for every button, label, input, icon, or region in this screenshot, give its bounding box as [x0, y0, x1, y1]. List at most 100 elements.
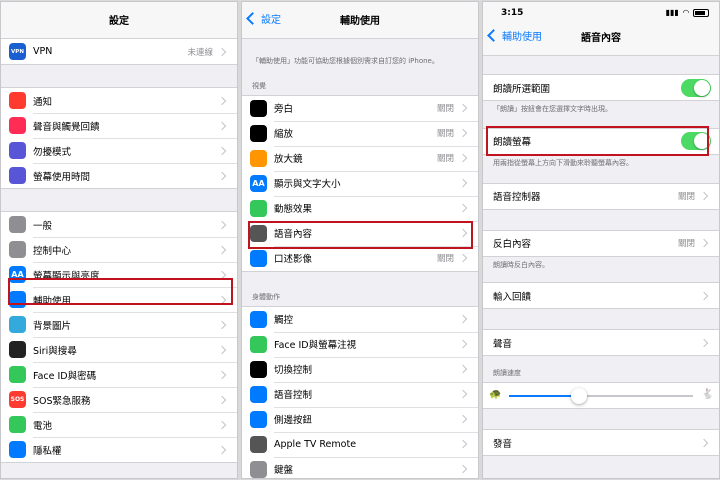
settings-item-voice-control[interactable]: 語音控制: [242, 381, 478, 407]
settings-item-label: 輔助使用: [33, 295, 72, 307]
accessibility-navbar: 設定 輔助使用: [242, 2, 478, 39]
chevron-right-icon: [217, 47, 227, 56]
highlight-content-note: 朗讀時反白內容。: [493, 260, 549, 269]
settings-item-label: 語音控制: [274, 390, 313, 402]
settings-item-magnifier[interactable]: 放大鏡 關閉: [242, 145, 478, 171]
typing-feedback-row[interactable]: 輸入回饋: [483, 283, 719, 309]
status-icons: ▮▮▮ ◠: [666, 8, 709, 17]
text-size-icon: AA: [250, 174, 267, 192]
chevron-right-icon: [217, 420, 227, 429]
sound-icon: [9, 117, 26, 134]
speech-controller-row[interactable]: 語音控制器 關閉: [483, 183, 719, 209]
vpn-icon: VPN: [9, 43, 26, 60]
settings-item-text-size[interactable]: AA 顯示與文字大小: [242, 170, 478, 196]
settings-item-label: 口述影像: [274, 254, 313, 266]
chevron-right-icon: [217, 320, 227, 329]
typing-feedback-label: 輸入回饋: [493, 291, 532, 303]
chevron-right-icon: [699, 291, 709, 301]
chevron-right-icon: [217, 121, 227, 130]
signal-icon: ▮▮▮: [665, 8, 679, 17]
settings-item-speech[interactable]: 語音內容: [242, 220, 478, 246]
settings-item-gear[interactable]: 一般: [1, 212, 237, 237]
highlight-content-row[interactable]: 反白內容 關閉: [483, 230, 719, 256]
settings-item-label: 動態效果: [274, 204, 313, 216]
speaking-rate-slider[interactable]: [509, 388, 693, 405]
voices-row[interactable]: 聲音: [483, 330, 719, 356]
touch-icon: [250, 310, 267, 328]
highlight-content-value: 關閉: [677, 239, 695, 250]
battery-icon: [693, 8, 709, 17]
voiceover-icon: [250, 99, 267, 117]
chevron-right-icon: [217, 395, 227, 404]
speech-controller-label: 語音控制器: [493, 192, 541, 204]
speak-selection-row: 朗讀所選範圍: [483, 75, 719, 100]
settings-item-side-button[interactable]: 側邊按鈕: [242, 406, 478, 432]
settings-item-label: 螢幕使用時間: [33, 171, 91, 183]
settings-item-label: 電池: [33, 420, 53, 432]
hare-icon: 🐇: [701, 389, 714, 401]
settings-item-faceid-attention[interactable]: Face ID與螢幕注視: [242, 331, 478, 357]
chevron-right-icon: [458, 415, 468, 424]
settings-item-label: 顯示與文字大小: [274, 179, 341, 191]
settings-item-label: SOS緊急服務: [33, 395, 91, 407]
zoom-icon: [250, 124, 267, 142]
section-header-vision: 視覺: [252, 81, 266, 90]
settings-item-hand[interactable]: 隱私權: [1, 437, 237, 462]
settings-item-touch[interactable]: 觸控: [242, 306, 478, 332]
settings-item-toggles[interactable]: 控制中心: [1, 237, 237, 262]
slider-fill: [509, 395, 579, 398]
keyboard-icon: [250, 460, 267, 478]
gear-icon: [9, 216, 26, 233]
speech-controller-value: 關閉: [677, 192, 695, 203]
settings-item-battery[interactable]: 電池: [1, 412, 237, 437]
settings-item-remote[interactable]: Apple TV Remote: [242, 431, 478, 457]
moon-icon: [9, 142, 26, 159]
settings-item-motion[interactable]: 動態效果: [242, 195, 478, 221]
settings-item-label: VPN: [33, 46, 53, 57]
settings-item-zoom[interactable]: 縮放 關閉: [242, 120, 478, 146]
accessibility-panel: 設定 輔助使用 「輔助使用」功能可協助您根據個別需求自訂您的 iPhone。 視…: [241, 1, 479, 479]
settings-item-sound[interactable]: 聲音與觸覺回饋: [1, 113, 237, 138]
motion-icon: [250, 199, 267, 217]
pronunciations-row[interactable]: 發音: [483, 430, 719, 456]
chevron-right-icon: [458, 154, 468, 163]
settings-item-label: 放大鏡: [274, 154, 303, 166]
chevron-right-icon: [458, 315, 468, 324]
speak-screen-toggle[interactable]: [681, 132, 711, 151]
settings-item-moon[interactable]: 勿擾模式: [1, 138, 237, 163]
chevron-right-icon: [217, 146, 227, 155]
status-bar: 3:15 ▮▮▮ ◠: [483, 2, 719, 22]
settings-item-audio-description[interactable]: 口述影像 關閉: [242, 245, 478, 271]
settings-item-hourglass[interactable]: 螢幕使用時間: [1, 163, 237, 188]
speech-panel: 3:15 ▮▮▮ ◠ 輔助使用 語音內容 朗讀所選範圍 「朗讀」按鈕會在您選擇文…: [482, 1, 720, 479]
settings-item-value: 關閉: [436, 254, 454, 265]
chevron-right-icon: [217, 220, 227, 229]
slider-knob[interactable]: [570, 388, 587, 405]
settings-item-siri[interactable]: Siri與搜尋: [1, 337, 237, 362]
settings-item-sos[interactable]: SOS SOS緊急服務: [1, 387, 237, 412]
settings-item-wallpaper[interactable]: 背景圖片: [1, 312, 237, 337]
settings-item-notifications[interactable]: 通知: [1, 88, 237, 113]
highlight-content-label: 反白內容: [493, 239, 532, 251]
chevron-right-icon: [699, 438, 709, 448]
settings-item-switch-control[interactable]: 切換控制: [242, 356, 478, 382]
settings-item-value: 關閉: [436, 104, 454, 115]
settings-item-vpn[interactable]: VPN VPN 未連線: [1, 39, 237, 64]
settings-item-label: 語音內容: [274, 229, 313, 241]
settings-item-label: 聲音與觸覺回饋: [33, 121, 100, 133]
settings-item-label: 背景圖片: [33, 320, 72, 332]
magnifier-icon: [250, 149, 267, 167]
wallpaper-icon: [9, 316, 26, 333]
settings-item-faceid[interactable]: Face ID與密碼: [1, 362, 237, 387]
settings-item-value: 未連線: [187, 47, 213, 58]
settings-item-display[interactable]: AA 螢幕顯示與亮度: [1, 262, 237, 287]
settings-item-accessibility[interactable]: 輔助使用: [1, 287, 237, 312]
settings-item-label: 鍵盤: [274, 465, 294, 477]
siri-icon: [9, 341, 26, 358]
speak-selection-toggle[interactable]: [681, 78, 711, 97]
settings-item-label: 通知: [33, 96, 53, 108]
settings-item-keyboard[interactable]: 鍵盤: [242, 456, 478, 478]
settings-item-voiceover[interactable]: 旁白 關閉: [242, 95, 478, 121]
section-header-motor: 身體動作: [252, 292, 280, 301]
chevron-right-icon: [699, 338, 709, 348]
